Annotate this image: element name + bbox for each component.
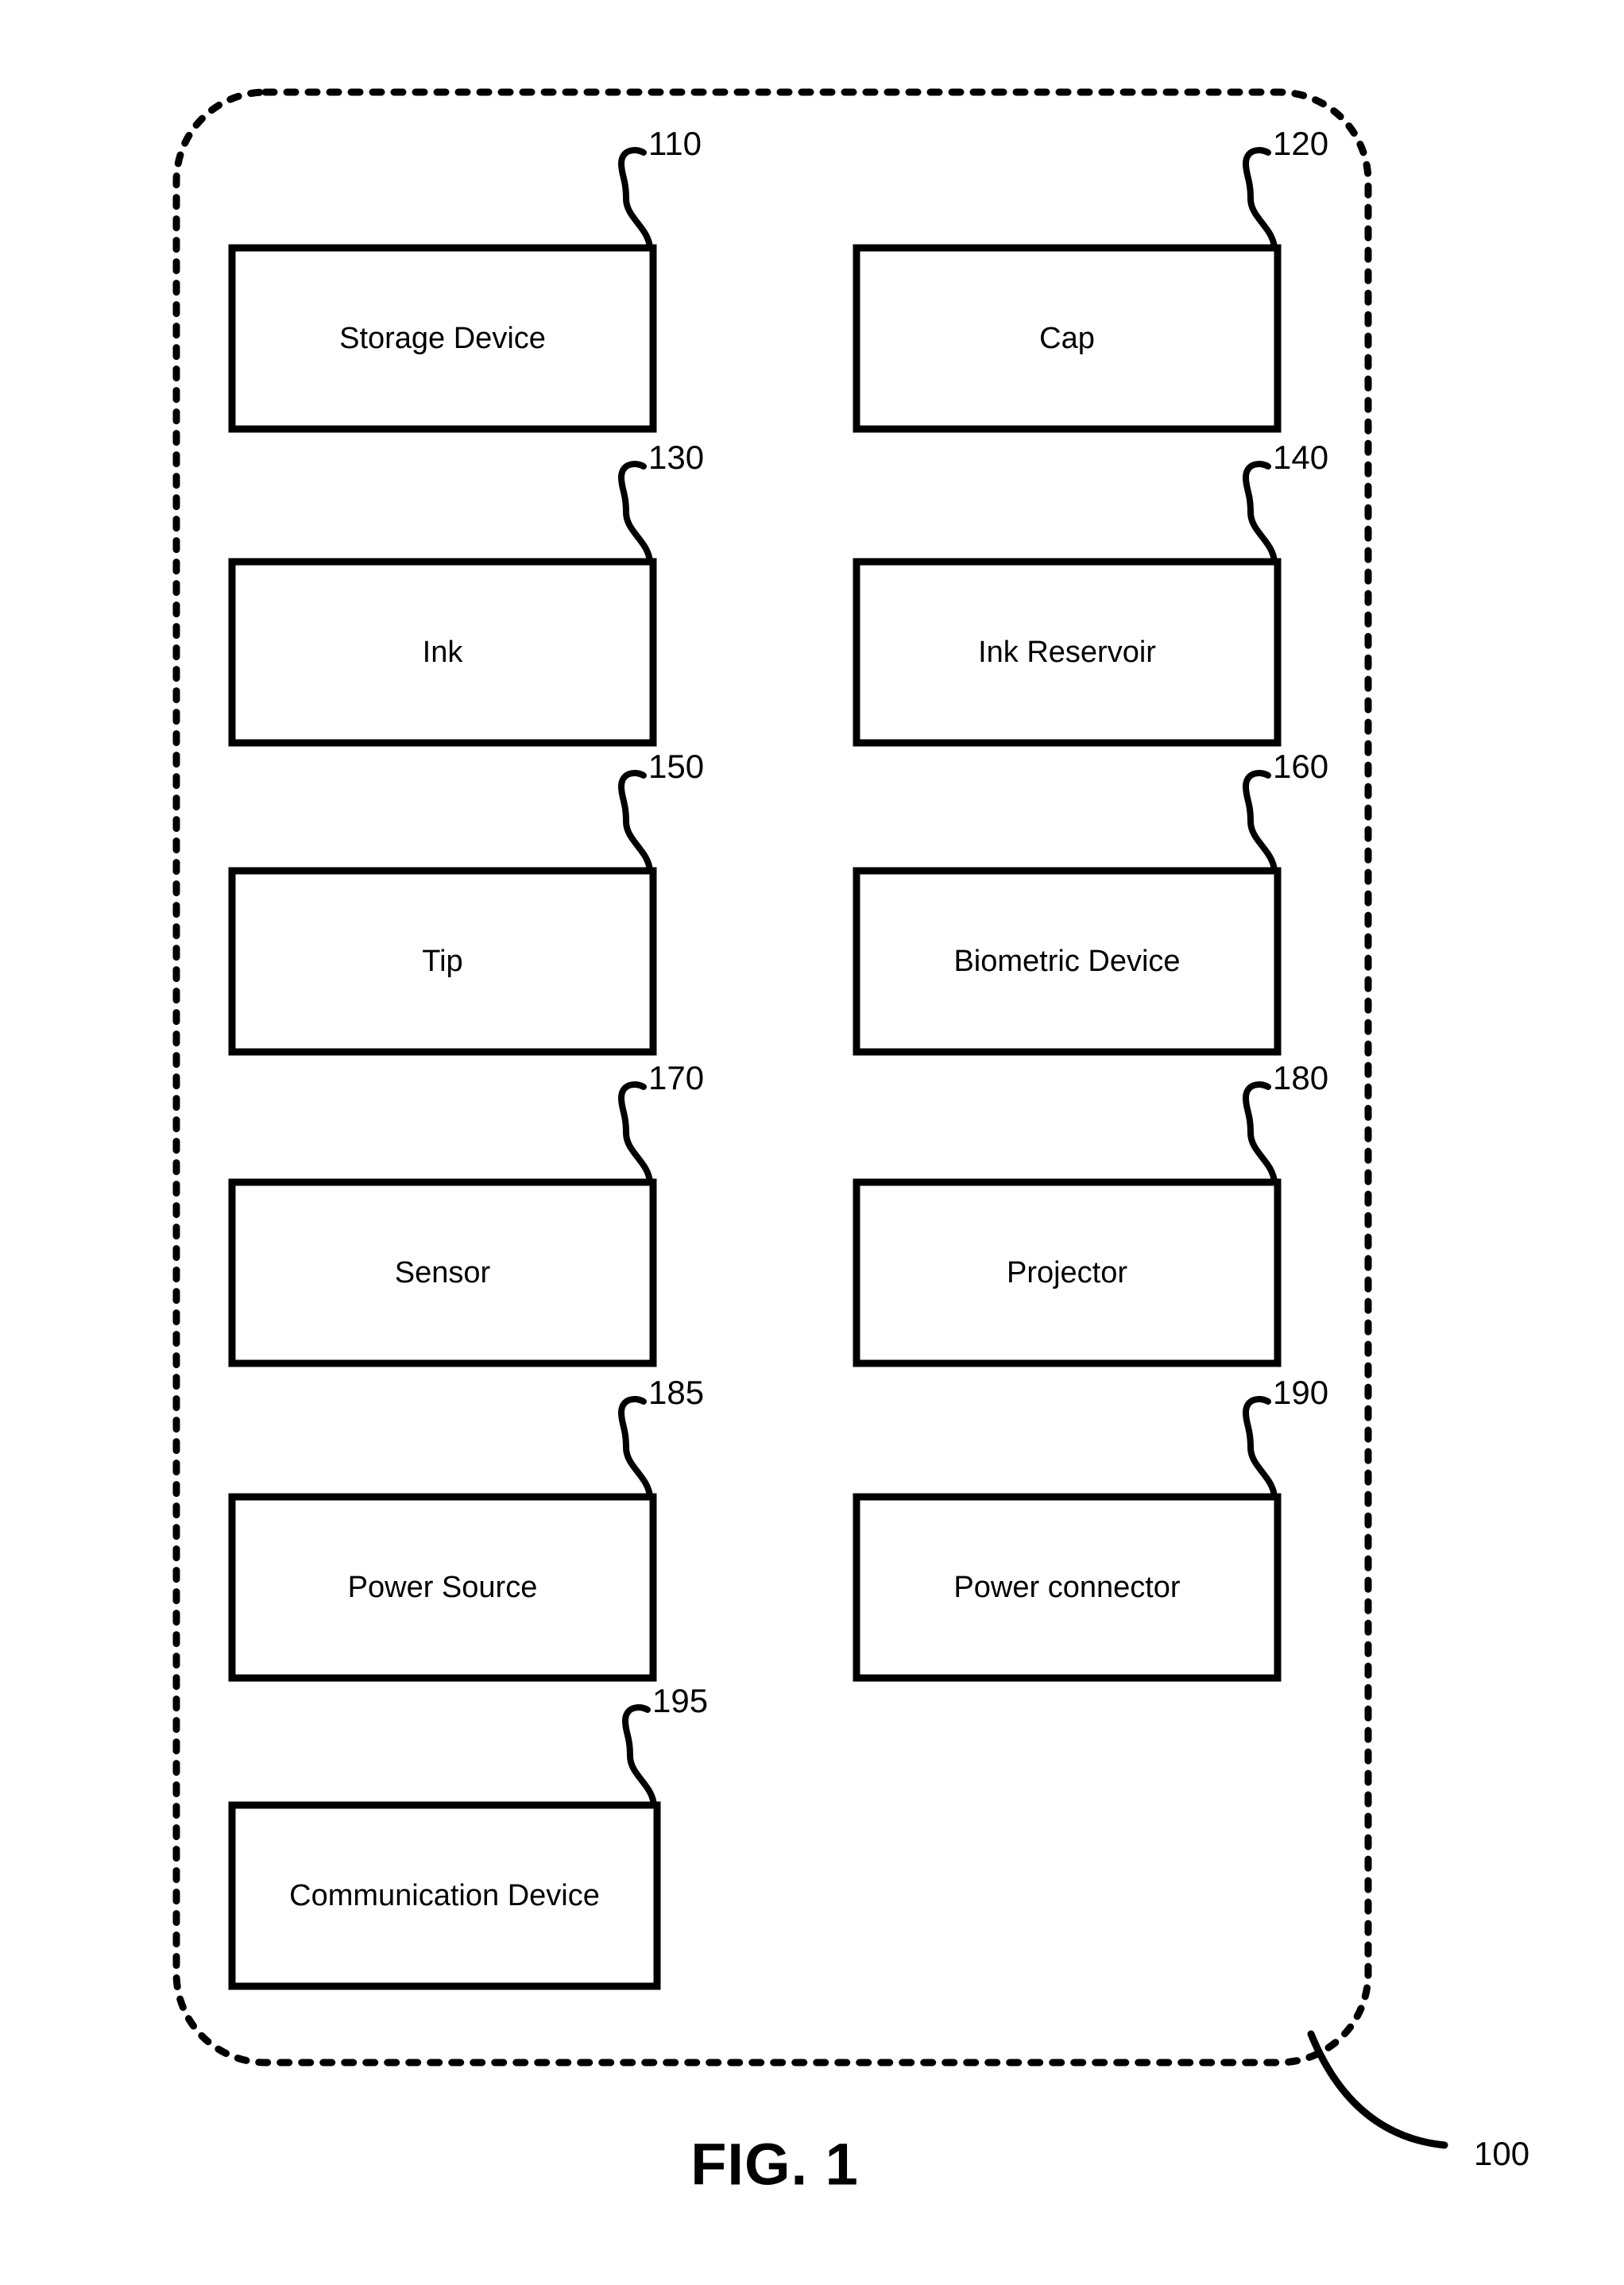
block-projector-label: Projector: [1007, 1256, 1127, 1289]
block-power-source-reference-numeral: 185: [648, 1374, 704, 1411]
block-biometric-device-label: Biometric Device: [953, 945, 1180, 978]
block-ink-leader-line: [618, 461, 653, 565]
block-ink-label: Ink: [423, 636, 464, 669]
block-cap[interactable]: Cap 120: [853, 125, 1328, 433]
figure-caption: FIG. 1: [690, 2132, 859, 2198]
block-biometric-device-leader-line: [1243, 770, 1278, 874]
block-communication-device-leader-line: [622, 1704, 657, 1808]
patent-figure-page: Storage Device 110 Cap 120 Ink 130 Ink Reservo…: [0, 0, 1624, 2285]
block-power-connector[interactable]: Power connector 190: [853, 1374, 1328, 1682]
block-power-source-leader-line: [618, 1396, 653, 1500]
block-storage-device-label: Storage Device: [339, 322, 546, 355]
block-sensor-reference-numeral: 170: [648, 1059, 704, 1096]
system-leader-line: [1307, 2030, 1448, 2149]
block-power-connector-label: Power connector: [953, 1571, 1180, 1604]
block-ink-reservoir-leader-line: [1243, 461, 1278, 565]
block-cap-label: Cap: [1039, 322, 1095, 355]
block-cap-leader-line: [1243, 147, 1278, 251]
block-tip-leader-line: [618, 770, 653, 874]
block-ink[interactable]: Ink 130: [228, 439, 704, 747]
block-ink-reference-numeral: 130: [648, 439, 704, 476]
block-communication-device-reference-numeral: 195: [652, 1682, 708, 1719]
block-storage-device[interactable]: Storage Device 110: [228, 125, 702, 433]
block-communication-device-label: Communication Device: [289, 1879, 600, 1912]
block-projector-leader-line: [1243, 1081, 1278, 1185]
figure-canvas: Storage Device 110 Cap 120 Ink 130 Ink Reservo…: [172, 88, 1529, 2198]
block-power-source[interactable]: Power Source 185: [228, 1374, 704, 1682]
block-tip-reference-numeral: 150: [648, 748, 704, 785]
block-biometric-device-reference-numeral: 160: [1273, 748, 1328, 785]
block-projector[interactable]: Projector 180: [853, 1059, 1328, 1367]
block-sensor[interactable]: Sensor 170: [228, 1059, 704, 1367]
block-power-connector-leader-line: [1243, 1396, 1278, 1500]
block-power-source-label: Power Source: [348, 1571, 538, 1604]
block-cap-reference-numeral: 120: [1273, 125, 1328, 162]
block-sensor-label: Sensor: [395, 1256, 491, 1289]
block-tip-label: Tip: [422, 945, 462, 978]
block-ink-reservoir-reference-numeral: 140: [1273, 439, 1328, 476]
system-reference-numeral: 100: [1474, 2135, 1529, 2172]
block-tip[interactable]: Tip 150: [228, 748, 704, 1056]
block-storage-device-reference-numeral: 110: [648, 125, 702, 162]
block-ink-reservoir-label: Ink Reservoir: [978, 636, 1156, 669]
block-communication-device[interactable]: Communication Device 195: [228, 1682, 708, 1990]
block-ink-reservoir[interactable]: Ink Reservoir 140: [853, 439, 1328, 747]
block-storage-device-leader-line: [618, 147, 653, 251]
component-blocks-layer: Storage Device 110 Cap 120 Ink 130 Ink Reservo…: [228, 125, 1328, 1990]
block-projector-reference-numeral: 180: [1273, 1059, 1328, 1096]
block-power-connector-reference-numeral: 190: [1273, 1374, 1328, 1411]
block-sensor-leader-line: [618, 1081, 653, 1185]
block-biometric-device[interactable]: Biometric Device 160: [853, 748, 1328, 1056]
